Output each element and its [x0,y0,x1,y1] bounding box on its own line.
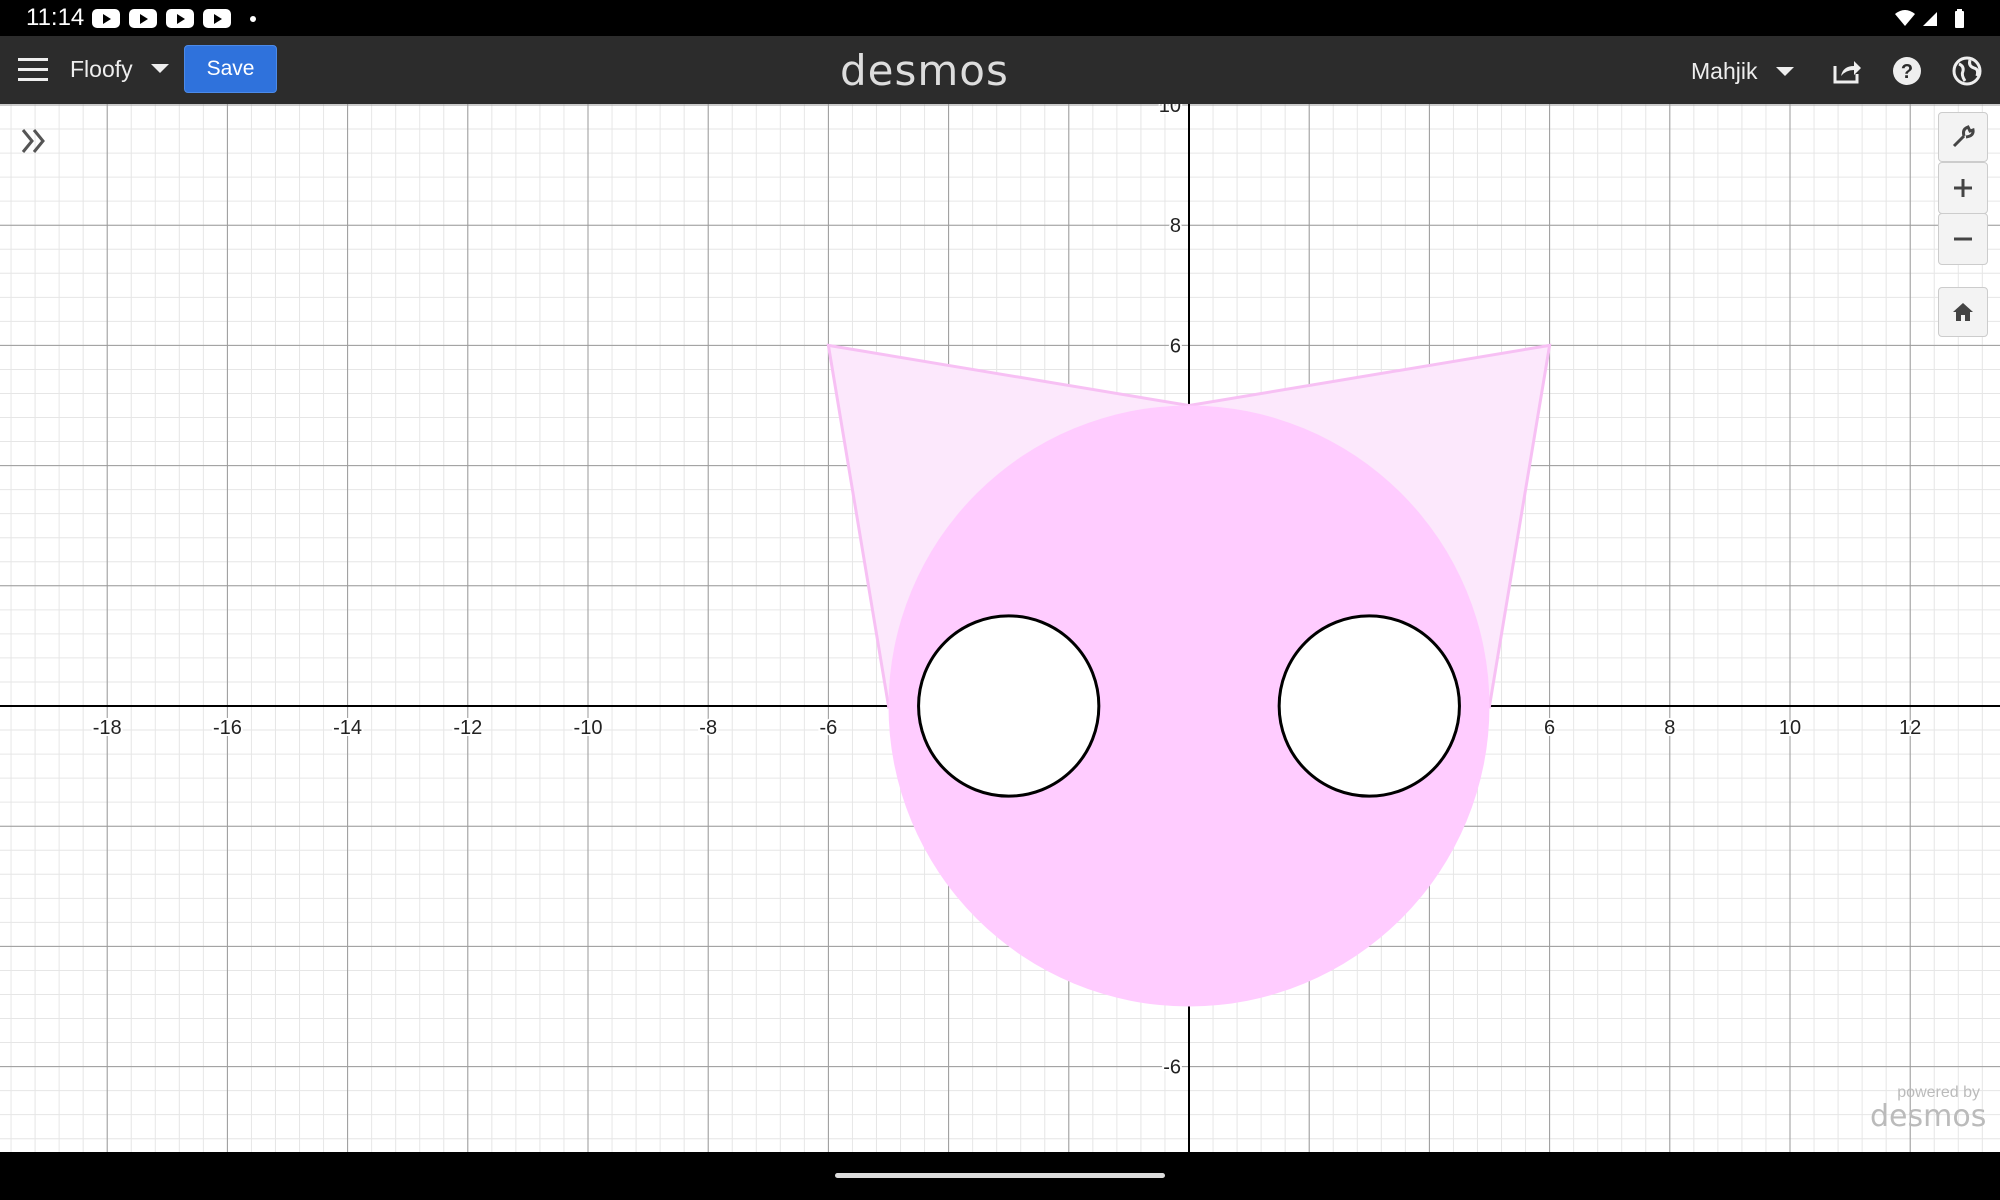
top-toolbar: Floofy Save desmos Mahjik ? [0,36,2000,104]
graph-paper[interactable]: -18 -16 -14 -12 -10 -8 -6 6 8 10 12 10 8 6 -6 [0,104,2000,1152]
battery-icon [1955,11,1964,28]
x-tick-label: -18 [93,717,122,739]
x-tick-label: 6 [1544,717,1555,739]
x-tick-label: -16 [213,717,242,739]
y-tick-label: 8 [1170,215,1181,237]
x-tick-label: -14 [333,717,362,739]
x-tick-label: 10 [1779,717,1801,739]
x-tick-label: 8 [1664,717,1675,739]
youtube-notification-icon [92,9,120,28]
wrench-icon [1952,125,1975,148]
user-account-menu[interactable]: Mahjik [1691,58,1757,85]
x-tick-label: -6 [820,717,838,739]
graph-title[interactable]: Floofy [70,56,133,83]
youtube-notification-icon [203,9,231,28]
title-dropdown-icon[interactable] [151,64,169,73]
y-tick-label: -6 [1163,1057,1181,1079]
graph-settings-button[interactable] [1938,112,1988,162]
y-tick-label: 10 [1159,104,1181,117]
status-time: 11:14 [26,4,85,31]
graph-canvas[interactable]: -18 -16 -14 -12 -10 -8 -6 6 8 10 12 10 8 6 -6 powered … [0,104,2000,1152]
signal-icon [1923,12,1937,26]
home-icon [1953,303,1973,321]
home-gesture-handle[interactable] [835,1173,1165,1178]
user-dropdown-icon[interactable] [1776,67,1794,76]
zoom-in-button[interactable] [1938,162,1988,214]
right-eye-circle [1277,614,1461,798]
plus-icon [1954,179,1972,197]
language-globe-icon[interactable] [1950,54,1984,88]
desmos-watermark-logo: desmos [1870,1099,1987,1134]
expand-expression-list-icon[interactable] [18,124,52,158]
navigation-bar [0,1152,2000,1200]
wifi-icon [1895,10,1915,26]
svg-text:?: ? [1901,61,1913,83]
desmos-logo: desmos [840,46,1009,95]
more-notifications-dot [250,16,256,22]
system-status-icons [1895,9,1964,28]
minus-icon [1954,237,1972,241]
help-icon[interactable]: ? [1890,54,1924,88]
save-button[interactable]: Save [184,45,277,93]
left-eye-circle [917,614,1101,798]
x-tick-label: -12 [453,717,482,739]
y-tick-label: 6 [1170,335,1181,357]
menu-icon[interactable] [18,58,48,82]
x-tick-label: -8 [699,717,717,739]
x-tick-label: 12 [1899,717,1921,739]
zoom-out-button[interactable] [1938,213,1988,265]
powered-by-desmos-watermark: powered by desmos [1870,1084,1987,1134]
youtube-notification-icon [129,9,157,28]
default-viewport-button[interactable] [1938,287,1988,337]
x-tick-label: -10 [574,717,603,739]
plotted-shapes [826,343,1552,1007]
youtube-notification-icon [166,9,194,28]
share-icon[interactable] [1830,54,1864,88]
status-bar: 11:14 [0,0,2000,36]
